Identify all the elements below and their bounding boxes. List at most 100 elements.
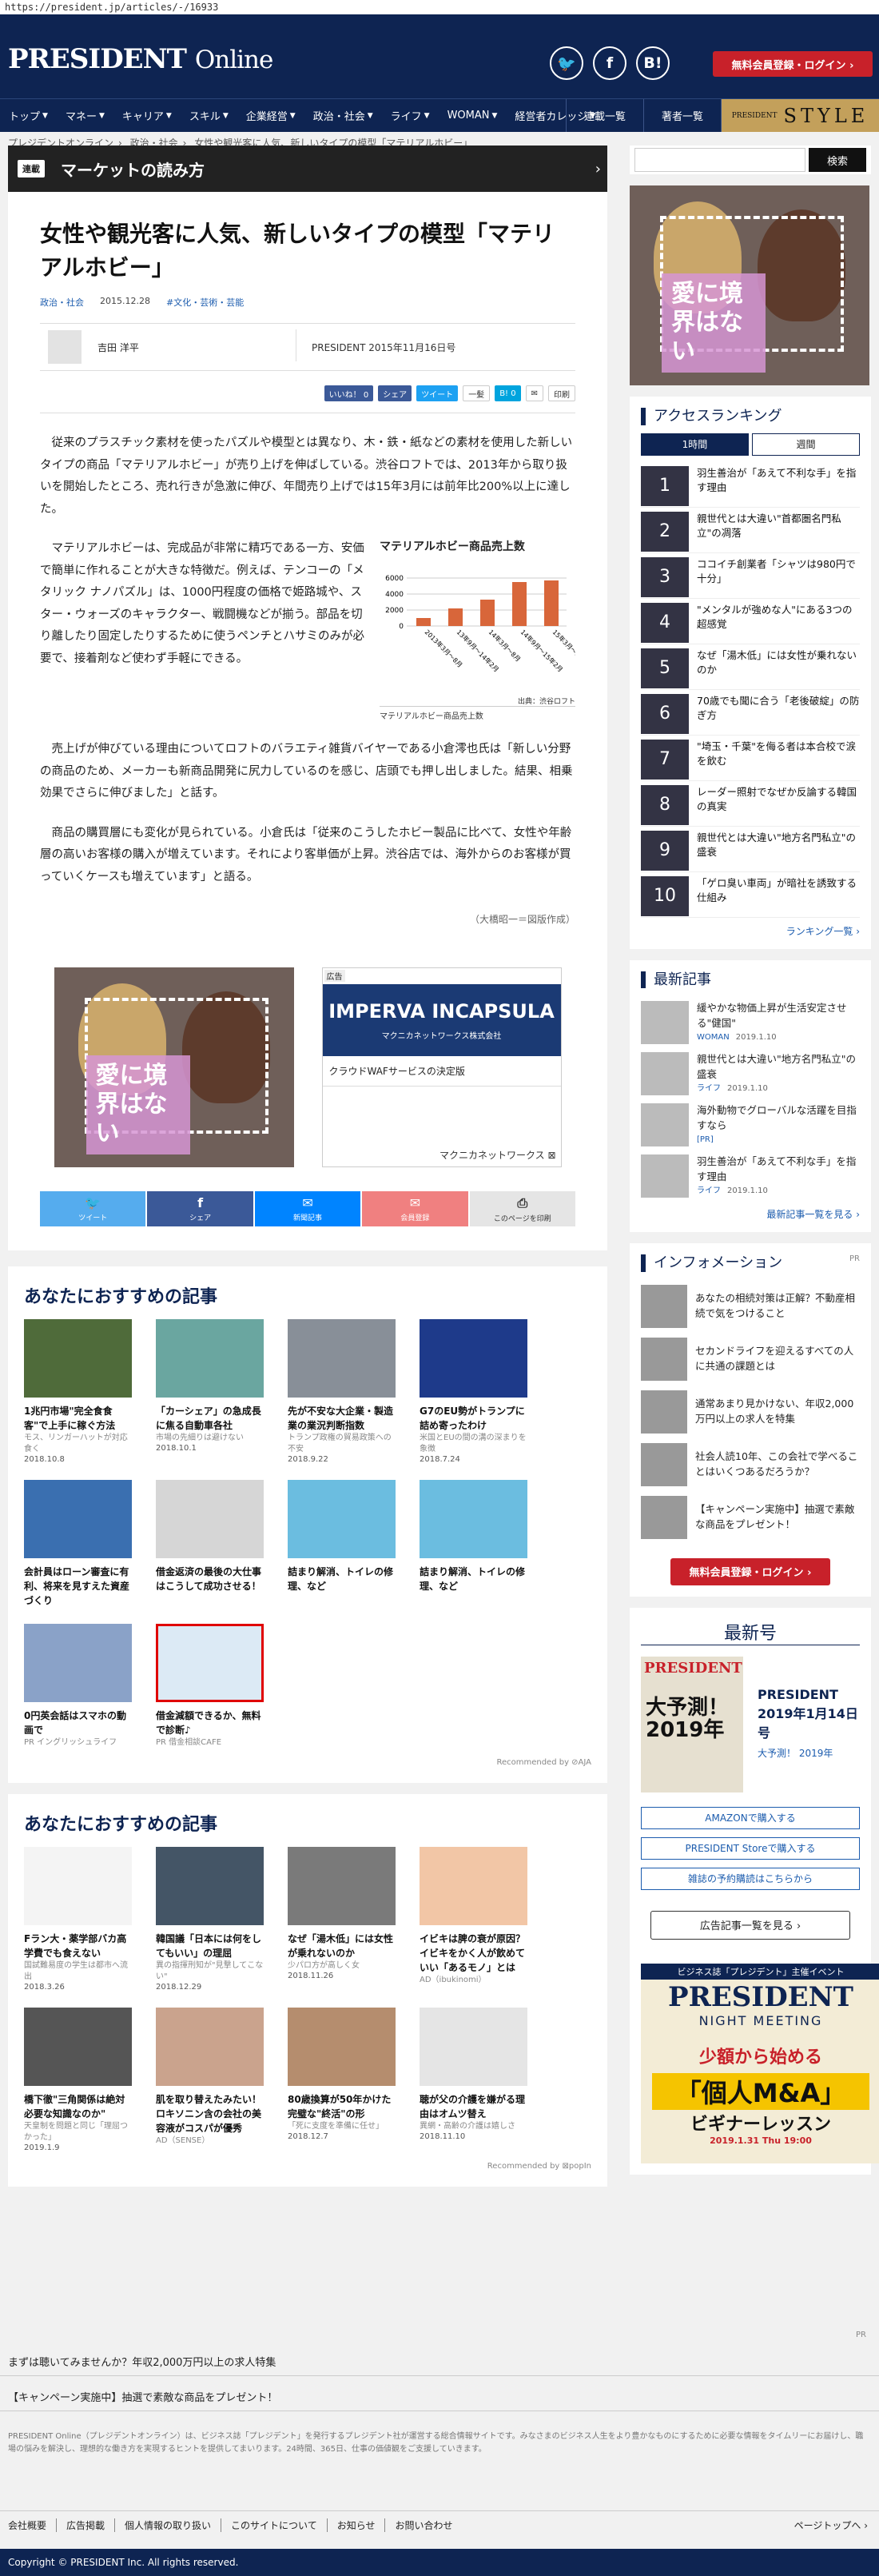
info-item[interactable]: セカンドライフを迎えるすべての人に共通の課題とは	[641, 1333, 860, 1386]
footer-link-privacy[interactable]: 個人情報の取り扱い	[114, 2518, 221, 2532]
nav-item-woman[interactable]: WOMAN ▼	[439, 99, 507, 132]
register-login-button-side[interactable]: 無料会員登録・ログイン ›	[670, 1557, 830, 1585]
ranking-item[interactable]: 5 なぜ「湯木低」には女性が乗れないのか	[641, 644, 860, 690]
info-title[interactable]: 【キャンペーン実施中】抽選で素敵な商品をプレゼント！	[695, 1502, 860, 1533]
card-thumbnail[interactable]	[24, 1480, 132, 1559]
latest-title[interactable]: 海外動物でグローバルな活躍を目指すなら	[697, 1103, 860, 1134]
share-bar-button-4[interactable]: ⎙ このページを印刷	[469, 1191, 576, 1227]
latest-item[interactable]: 緩やかな物価上昇が生活安定させる"健国" WOMAN 2019.1.10	[641, 996, 860, 1047]
recommended-card[interactable]: G7のEU勢がトランプに詰め寄ったわけ 米国とEUの間の溝の深まりを象徴 2018.…	[420, 1319, 527, 1464]
card-title[interactable]: 「カーシェア」の急成長に焦る自動車各社	[156, 1404, 264, 1433]
ranking-title[interactable]: 親世代とは大違い"首都圏名門私立"の凋落	[697, 512, 860, 542]
ranking-title[interactable]: レーダー照射でなぜか反論する韓国の真実	[697, 785, 860, 815]
card-thumbnail[interactable]	[24, 1624, 132, 1703]
share-bar-button-2[interactable]: ✉ 新聞記事	[254, 1191, 361, 1227]
card-thumbnail[interactable]	[288, 2008, 396, 2087]
nav-item-top[interactable]: トップ ▼	[0, 99, 57, 132]
card-thumbnail[interactable]	[420, 1480, 527, 1559]
recommended-card[interactable]: 聴が父の介護を嫌がる理由はオムツ替え 異網・高齢の介護は嬉しさ 2018.11.10	[420, 2008, 527, 2152]
card-thumbnail[interactable]	[156, 1319, 264, 1398]
card-thumbnail[interactable]	[420, 1847, 527, 1926]
card-thumbnail[interactable]	[24, 2008, 132, 2087]
card-thumbnail[interactable]	[156, 1480, 264, 1559]
nav-item-life[interactable]: ライフ ▼	[382, 99, 439, 132]
issue-title[interactable]: PRESIDENT 2019年1月14日号	[758, 1685, 860, 1743]
card-thumbnail[interactable]	[420, 2008, 527, 2087]
card-thumbnail[interactable]	[288, 1847, 396, 1926]
info-item[interactable]: 社会人読10年、この会社で学べることはいくつあるだろうか？	[641, 1438, 860, 1491]
ad-banner-imperva[interactable]: 広告 IMPERVA INCAPSULA マクニカネットワークス株式会社 クラウド…	[321, 967, 562, 1168]
nav-item-management[interactable]: 企業経営 ▼	[237, 99, 304, 132]
ranking-title[interactable]: 羽生善治が「あえて不利な手」を指す理由	[697, 466, 860, 496]
info-title[interactable]: 通常あまり見かけない、年収2,000万円以上の求人を特集	[695, 1397, 860, 1427]
ad-banner-kids-side[interactable]: 愛に境界はない	[630, 185, 869, 385]
ranking-item[interactable]: 8 レーダー照射でなぜか反論する韓国の真実	[641, 781, 860, 827]
card-title[interactable]: 会計員はローン審査に有利、将来を見すえた資産づくり	[24, 1565, 132, 1608]
footer-link-contact[interactable]: お問い合わせ	[384, 2518, 462, 2532]
ad-banner-kids[interactable]: 愛に境界はない	[54, 967, 294, 1168]
card-title[interactable]: 借金減額できるか、無料で診断♪	[156, 1709, 264, 1737]
series-bar[interactable]: 連載 マーケットの読み方 ›	[8, 146, 607, 192]
footer-link-ads[interactable]: 広告掲載	[56, 2518, 114, 2532]
card-thumbnail[interactable]	[24, 1319, 132, 1398]
ranking-title[interactable]: ココイチ創業者「シャツは980円で十分」	[697, 557, 860, 588]
card-title[interactable]: 借金返済の最後の大仕事はこうして成功させる！	[156, 1565, 264, 1593]
recommended-card[interactable]: 1兆円市場"完全食食客"で上手に稼ぐ方法 モス、リンガーハットが対応食く 2018.…	[24, 1319, 132, 1464]
recommended-by[interactable]: Recommended by ⊘AJA	[24, 1758, 591, 1767]
footer-link-about[interactable]: このサイトについて	[221, 2518, 327, 2532]
recommended-card[interactable]: イビキは脾の衰が原因？イビキをかく人が飲めていい「あるモノ」とは AD（ibuki…	[420, 1847, 527, 1992]
card-title[interactable]: 詰まり解消、トイレの修理、など	[288, 1565, 396, 1593]
article-tag[interactable]: #文化・芸術・芸能	[166, 296, 244, 309]
card-title[interactable]: 聴が父の介護を嫌がる理由はオムツ替え	[420, 2092, 527, 2121]
recommended-card[interactable]: 詰まり解消、トイレの修理、など	[288, 1480, 396, 1608]
latest-item[interactable]: 羽生善治が「あえて不利な手」を指す理由 ライフ 2019.1.10	[641, 1150, 860, 1201]
nav-item-politics[interactable]: 政治・社会 ▼	[304, 99, 382, 132]
footer-link-campaign[interactable]: 【キャンペーン実施中】抽選で素敵な商品をプレゼント！	[0, 2383, 879, 2411]
card-title[interactable]: Fラン大・薬学部バカ高学費でも食えない	[24, 1932, 132, 1960]
info-title[interactable]: セカンドライフを迎えるすべての人に共通の課題とは	[695, 1344, 860, 1374]
ranking-item[interactable]: 10 「ゲロ臭い車両」が暗社を誘致する仕組み	[641, 872, 860, 918]
ranking-more-link[interactable]: ランキング一覧 ›	[641, 924, 860, 938]
ranking-item[interactable]: 7 "埼玉・千葉"を侮る者は本合校で涙を飲む	[641, 736, 860, 781]
footer-link-news[interactable]: お知らせ	[326, 2518, 385, 2532]
footer-link-company[interactable]: 会社概要	[8, 2518, 56, 2532]
recommended-card[interactable]: 先が不安な大企業・製造業の業況判断指数 トランプ政権の貿易政策への不安 2018.9…	[288, 1319, 396, 1464]
info-title[interactable]: あなたの相続対策は正解？不動産相続で気をつけること	[695, 1291, 860, 1322]
tweet-button[interactable]: ツイート	[416, 385, 459, 401]
ranking-title[interactable]: "メンタルが強めな人"にある3つの超感覚	[697, 603, 860, 633]
card-title[interactable]: 橋下徹"三角関係は絶対必要な知識なのか"	[24, 2092, 132, 2121]
tab-weekly[interactable]: 週間	[752, 433, 860, 456]
president-style-link[interactable]: PRESIDENT STYLE	[721, 99, 879, 132]
latest-title[interactable]: 羽生善治が「あえて不利な手」を指す理由	[697, 1154, 860, 1185]
search-input[interactable]	[634, 148, 805, 172]
latest-item[interactable]: 海外動物でグローバルな活躍を目指すなら [PR]	[641, 1099, 860, 1150]
recommended-by[interactable]: Recommended by ⊠popIn	[24, 2162, 591, 2171]
page-top-link[interactable]: ページトップへ ›	[794, 2518, 868, 2532]
nav-item-skill[interactable]: スキル ▼	[181, 99, 237, 132]
recommended-card[interactable]: 韓国議「日本には何をしてもいい」の理屈 異の指揮刑知が"見撃してこない" 2018.…	[156, 1847, 264, 1992]
twitter-icon[interactable]: 🐦	[550, 46, 583, 80]
card-title[interactable]: 先が不安な大企業・製造業の業況判断指数	[288, 1404, 396, 1433]
card-title[interactable]: 肌を取り替えたみたい！ロキソニン含の会社の美容液がコスパが優秀	[156, 2092, 264, 2135]
recommended-card[interactable]: Fラン大・薬学部バカ高学費でも食えない 国試難易度の学生は都市へ流出 2018.3.…	[24, 1847, 132, 1992]
card-title[interactable]: 80歳換算が50年かけた完璧な"終活"の形	[288, 2092, 396, 2121]
card-title[interactable]: なぜ「湯木低」には女性が乗れないのか	[288, 1932, 396, 1960]
recommended-card[interactable]: 会計員はローン審査に有利、将来を見すえた資産づくり	[24, 1480, 132, 1608]
ranking-title[interactable]: 70歳でも聞に合う「老後破綻」の防ぎ方	[697, 694, 860, 724]
mail-icon[interactable]: ✉	[525, 385, 543, 401]
buy-amazon-button[interactable]: AMAZONで購入する	[641, 1806, 860, 1829]
card-thumbnail[interactable]	[156, 1624, 264, 1703]
search-button[interactable]: 検索	[809, 148, 866, 172]
facebook-share-button[interactable]: シェア	[378, 385, 412, 401]
ranking-item[interactable]: 6 70歳でも聞に合う「老後破綻」の防ぎ方	[641, 690, 860, 736]
facebook-like-button[interactable]: いいね！ 0	[324, 385, 374, 401]
site-logo[interactable]: PRESIDENT Online	[8, 43, 273, 75]
hatena-icon[interactable]: B!	[636, 46, 670, 80]
recommended-card[interactable]: 「カーシェア」の急成長に焦る自動車各社 市場の先細りは避けない 2018.10.1	[156, 1319, 264, 1464]
ranking-item[interactable]: 4 "メンタルが強めな人"にある3つの超感覚	[641, 599, 860, 644]
info-item[interactable]: 通常あまり見かけない、年収2,000万円以上の求人を特集	[641, 1386, 860, 1438]
ranking-title[interactable]: "埼玉・千葉"を侮る者は本合校で涙を飲む	[697, 740, 860, 770]
card-title[interactable]: G7のEU勢がトランプに詰め寄ったわけ	[420, 1404, 527, 1433]
nav-authors[interactable]: 著者一覧	[642, 99, 721, 132]
recommended-card[interactable]: 0円英会話はスマホの動画で PR イングリッシュライフ	[24, 1624, 132, 1749]
